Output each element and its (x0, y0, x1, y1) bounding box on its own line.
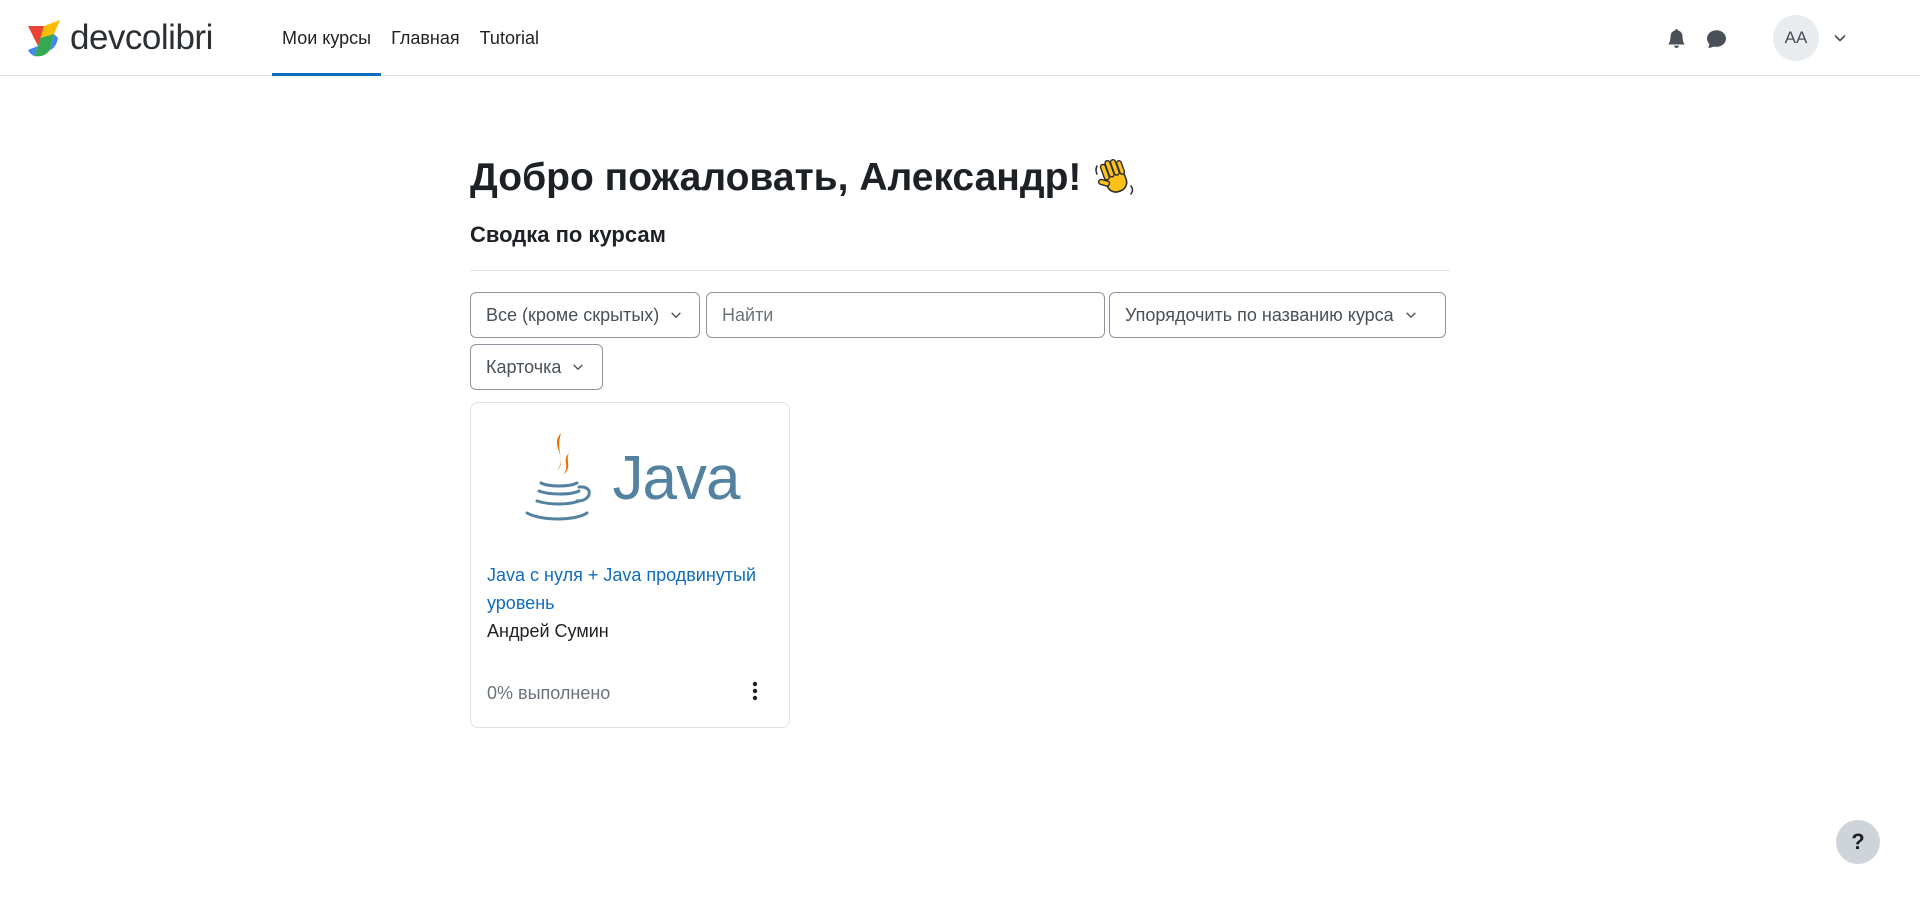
brand-logo-link[interactable]: devcolibri (24, 16, 213, 60)
course-progress-text: 0% выполнено (487, 683, 611, 703)
grouping-dropdown-value: Все (кроме скрытых) (486, 304, 660, 325)
course-teacher: Андрей Сумин (487, 621, 609, 641)
course-overview-heading: Сводка по курсам (470, 222, 666, 247)
chevron-down-icon (573, 364, 584, 370)
colibri-logo-icon (28, 20, 60, 57)
section-divider (470, 270, 1450, 271)
course-image[interactable]: Java (471, 403, 789, 555)
chevron-down-icon (671, 312, 681, 318)
brand-name: devcolibri (70, 18, 213, 57)
waving-hand-icon (1095, 159, 1134, 195)
java-cup-icon (525, 433, 591, 521)
primary-navigation: Мои курсы Главная Tutorial (272, 0, 549, 76)
notifications-button[interactable] (1656, 18, 1696, 58)
chat-bubble-icon (1706, 29, 1726, 48)
view-dropdown-value: Карточка (486, 356, 562, 377)
nav-my-courses[interactable]: Мои курсы (272, 0, 382, 76)
messages-button[interactable] (1696, 18, 1736, 58)
welcome-text: Добро пожаловать, Александр! (470, 156, 1082, 199)
sort-dropdown[interactable]: Упорядочить по названию курса (1109, 292, 1446, 338)
help-button[interactable]: ? (1836, 820, 1880, 864)
page-title: Добро пожаловать, Александр! (470, 156, 1137, 200)
view-dropdown[interactable]: Карточка (470, 344, 603, 390)
nav-home[interactable]: Главная (381, 0, 470, 76)
course-search-input[interactable] (706, 292, 1105, 338)
chevron-down-icon (1406, 312, 1416, 318)
top-navbar: devcolibri Мои курсы Главная Tutorial AA (0, 0, 1920, 76)
course-name-link[interactable]: Java с нуля + Java продвинутый уровень (487, 561, 777, 617)
grouping-dropdown[interactable]: Все (кроме скрытых) (470, 292, 700, 338)
kebab-menu-icon (752, 681, 758, 701)
course-actions-menu-button[interactable] (739, 675, 771, 707)
user-avatar[interactable]: AA (1773, 15, 1819, 61)
bell-icon (1667, 28, 1685, 48)
chevron-down-icon[interactable] (1832, 30, 1848, 46)
course-image-label: Java (612, 444, 741, 513)
sort-dropdown-value: Упорядочить по названию курса (1125, 304, 1394, 325)
course-card: Java Java с нуля + Java продвинутый уров… (470, 402, 790, 728)
nav-tutorial[interactable]: Tutorial (470, 0, 549, 76)
